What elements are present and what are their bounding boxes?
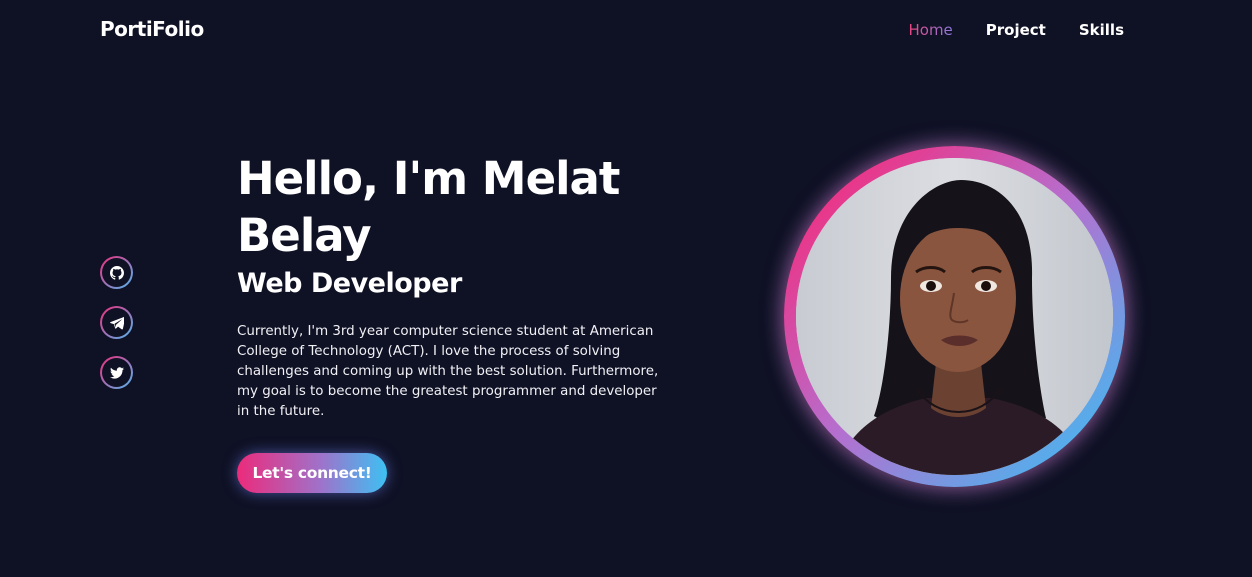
main-nav: Home Project Skills — [908, 21, 1124, 39]
portfolio-page: PortiFolio Home Project Skills Hello, I'… — [0, 0, 1252, 577]
social-links — [100, 256, 133, 389]
hero-bio: Currently, I'm 3rd year computer science… — [237, 324, 659, 419]
hero-heading: Hello, I'm Melat Belay — [237, 152, 620, 262]
telegram-link[interactable] — [100, 306, 133, 339]
github-icon — [102, 258, 131, 287]
nav-link-home[interactable]: Home — [908, 21, 952, 39]
nav-link-skills[interactable]: Skills — [1079, 21, 1124, 39]
connect-button[interactable]: Let's connect! — [237, 453, 387, 493]
telegram-icon — [102, 308, 131, 337]
twitter-link[interactable] — [100, 356, 133, 389]
nav-link-project[interactable]: Project — [986, 21, 1046, 39]
brand-logo[interactable]: PortiFolio — [100, 17, 204, 41]
profile-ring — [784, 146, 1125, 487]
profile-portrait — [796, 158, 1113, 475]
github-link[interactable] — [100, 256, 133, 289]
hero-subheading: Web Developer — [237, 268, 462, 299]
twitter-icon — [102, 358, 131, 387]
profile-photo — [796, 158, 1113, 475]
hero-section: Hello, I'm Melat Belay Web Developer Cur… — [237, 150, 667, 422]
